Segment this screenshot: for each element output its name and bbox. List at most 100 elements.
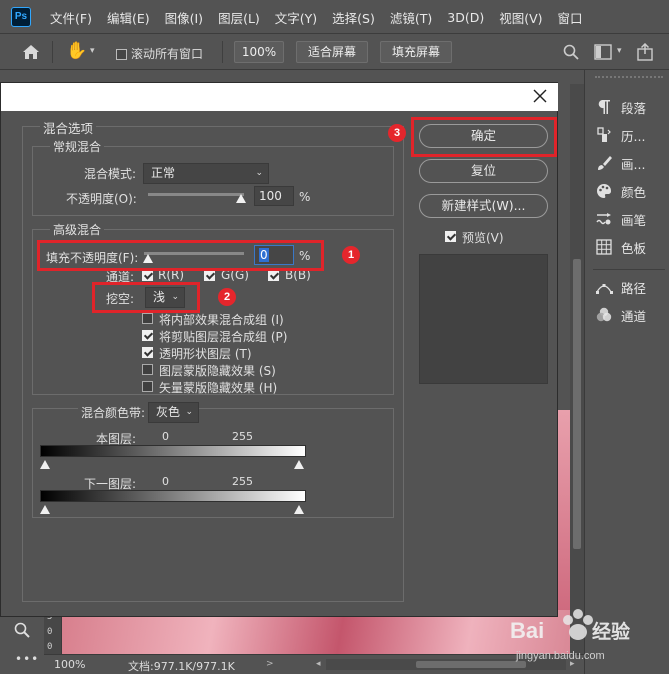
- blend-mode-value: 正常: [151, 166, 176, 180]
- underlying-layer-black-stop[interactable]: [40, 505, 50, 514]
- opacity-label: 不透明度(O):: [66, 192, 137, 206]
- photoshop-logo: Ps: [11, 7, 31, 27]
- status-zoom[interactable]: 100%: [54, 658, 85, 671]
- advanced-option-label: 矢量蒙版隐藏效果 (H): [159, 381, 278, 395]
- panel-history[interactable]: 历...: [595, 123, 667, 147]
- panel-swatches[interactable]: 色板: [595, 235, 667, 259]
- this-layer-max: 255: [232, 430, 253, 443]
- menu-bar: Ps 文件(F) 编辑(E) 图像(I) 图层(L) 文字(Y) 选择(S) 滤镜(T) 3D…: [0, 0, 669, 34]
- this-layer-white-stop[interactable]: [294, 460, 304, 469]
- panel-label: 历...: [621, 128, 646, 144]
- hand-tool-icon[interactable]: ✋: [66, 41, 87, 63]
- step-badge-2: 2: [218, 288, 236, 306]
- blend-if-label: 混合颜色带:: [78, 404, 149, 421]
- vertical-scrollbar[interactable]: [570, 84, 584, 654]
- fit-screen-button[interactable]: 适合屏幕: [296, 41, 368, 63]
- menu-item[interactable]: 编辑(E): [107, 8, 150, 27]
- panel-grip[interactable]: [595, 76, 663, 84]
- zoom-tool-icon[interactable]: [14, 622, 30, 638]
- panel-paths[interactable]: 路径: [595, 275, 667, 299]
- panel-label: 路径: [621, 280, 647, 296]
- scroll-left-icon[interactable]: ◂: [316, 659, 321, 669]
- menu-item[interactable]: 文件(F): [50, 8, 92, 27]
- panel-paragraph[interactable]: 段落: [595, 95, 667, 119]
- this-layer-gradient[interactable]: [40, 445, 306, 457]
- blend-mode-select[interactable]: 正常 ⌄: [143, 163, 269, 184]
- workspace-icon[interactable]: [594, 44, 612, 60]
- panel-channels[interactable]: 通道: [595, 303, 667, 327]
- close-icon[interactable]: [530, 86, 550, 106]
- brush-icon: [598, 156, 612, 170]
- new-style-button[interactable]: 新建样式(W)...: [419, 194, 548, 218]
- menu-item[interactable]: 图层(L): [218, 8, 260, 27]
- menu-item[interactable]: 窗口: [558, 8, 583, 27]
- advanced-option-checkbox[interactable]: [142, 347, 153, 358]
- panel-color[interactable]: 颜色: [595, 179, 667, 203]
- swatches-grid-icon: [596, 239, 612, 255]
- channel-g-checkbox[interactable]: [204, 270, 215, 281]
- dialog-titlebar[interactable]: [1, 83, 558, 111]
- chevron-down-icon[interactable]: ▾: [617, 46, 622, 56]
- zoom-100-button[interactable]: 100%: [234, 41, 284, 63]
- panel-label: 色板: [621, 240, 647, 256]
- general-blending-title: 常规混合: [50, 138, 105, 155]
- reset-button[interactable]: 复位: [419, 159, 548, 183]
- history-icon: [597, 127, 611, 142]
- advanced-option-label: 图层蒙版隐藏效果 (S): [159, 364, 276, 378]
- channel-b-checkbox[interactable]: [268, 270, 279, 281]
- paths-icon: [596, 284, 613, 294]
- advanced-option-checkbox[interactable]: [142, 313, 153, 324]
- underlying-layer-gradient[interactable]: [40, 490, 306, 502]
- advanced-option-checkbox[interactable]: [142, 364, 153, 375]
- scrollbar-thumb[interactable]: [573, 259, 581, 549]
- menu-item[interactable]: 视图(V): [499, 8, 542, 27]
- panel-divider: [593, 269, 665, 270]
- chevron-down-icon: ⌄: [185, 407, 193, 417]
- opacity-slider[interactable]: [148, 193, 244, 196]
- panel-label: 通道: [621, 308, 647, 324]
- chevron-down-icon: ⌄: [255, 168, 263, 178]
- preview-label: 预览(V): [462, 231, 504, 245]
- chevron-down-icon[interactable]: ▾: [90, 46, 95, 56]
- panel-label: 段落: [621, 100, 647, 116]
- share-icon[interactable]: [636, 43, 654, 61]
- panel-label: 画...: [621, 156, 646, 172]
- paragraph-icon: [598, 100, 610, 114]
- panel-brush[interactable]: 画...: [595, 151, 667, 175]
- home-icon[interactable]: [22, 44, 40, 60]
- scroll-all-windows-label: 滚动所有窗口: [131, 47, 204, 61]
- advanced-option-label: 将内部效果混合成组 (I): [159, 313, 284, 327]
- menu-item[interactable]: 图像(I): [165, 8, 203, 27]
- blend-if-select[interactable]: 灰色 ⌄: [148, 402, 199, 423]
- underlying-layer-white-stop[interactable]: [294, 505, 304, 514]
- advanced-option-checkbox[interactable]: [142, 381, 153, 392]
- checkbox[interactable]: [116, 49, 127, 60]
- highlight-fill-opacity: [37, 240, 324, 271]
- this-layer-min: 0: [162, 430, 169, 443]
- svg-text:Bai: Bai: [510, 618, 544, 643]
- fill-screen-button[interactable]: 填充屏幕: [380, 41, 452, 63]
- menu-item[interactable]: 文字(Y): [275, 8, 317, 27]
- menu-items: 文件(F) 编辑(E) 图像(I) 图层(L) 文字(Y) 选择(S) 滤镜(T) 3D(D)…: [50, 0, 598, 34]
- chevron-right-icon[interactable]: >: [266, 659, 274, 669]
- panel-label: 颜色: [621, 184, 647, 200]
- search-icon[interactable]: [563, 44, 579, 60]
- scroll-all-windows-checkbox[interactable]: 滚动所有窗口: [116, 45, 203, 62]
- brush-settings-icon: [596, 213, 611, 225]
- step-badge-1: 1: [342, 246, 360, 264]
- opacity-slider-thumb[interactable]: [236, 194, 246, 203]
- panel-brush-settings[interactable]: 画笔: [595, 207, 667, 231]
- channel-r-checkbox[interactable]: [142, 270, 153, 281]
- this-layer-black-stop[interactable]: [40, 460, 50, 469]
- scrollbar-thumb[interactable]: [416, 661, 526, 668]
- menu-item[interactable]: 选择(S): [332, 8, 375, 27]
- underlying-layer-max: 255: [232, 475, 253, 488]
- menu-item[interactable]: 滤镜(T): [390, 8, 432, 27]
- more-tools-icon[interactable]: •••: [15, 652, 39, 666]
- advanced-option-checkbox[interactable]: [142, 330, 153, 341]
- opacity-input[interactable]: 100: [254, 186, 294, 206]
- highlight-knockout: [92, 282, 200, 313]
- menu-item[interactable]: 3D(D): [447, 10, 484, 25]
- preview-checkbox[interactable]: [445, 231, 456, 242]
- watermark-url: jingyan.baidu.com: [516, 650, 605, 662]
